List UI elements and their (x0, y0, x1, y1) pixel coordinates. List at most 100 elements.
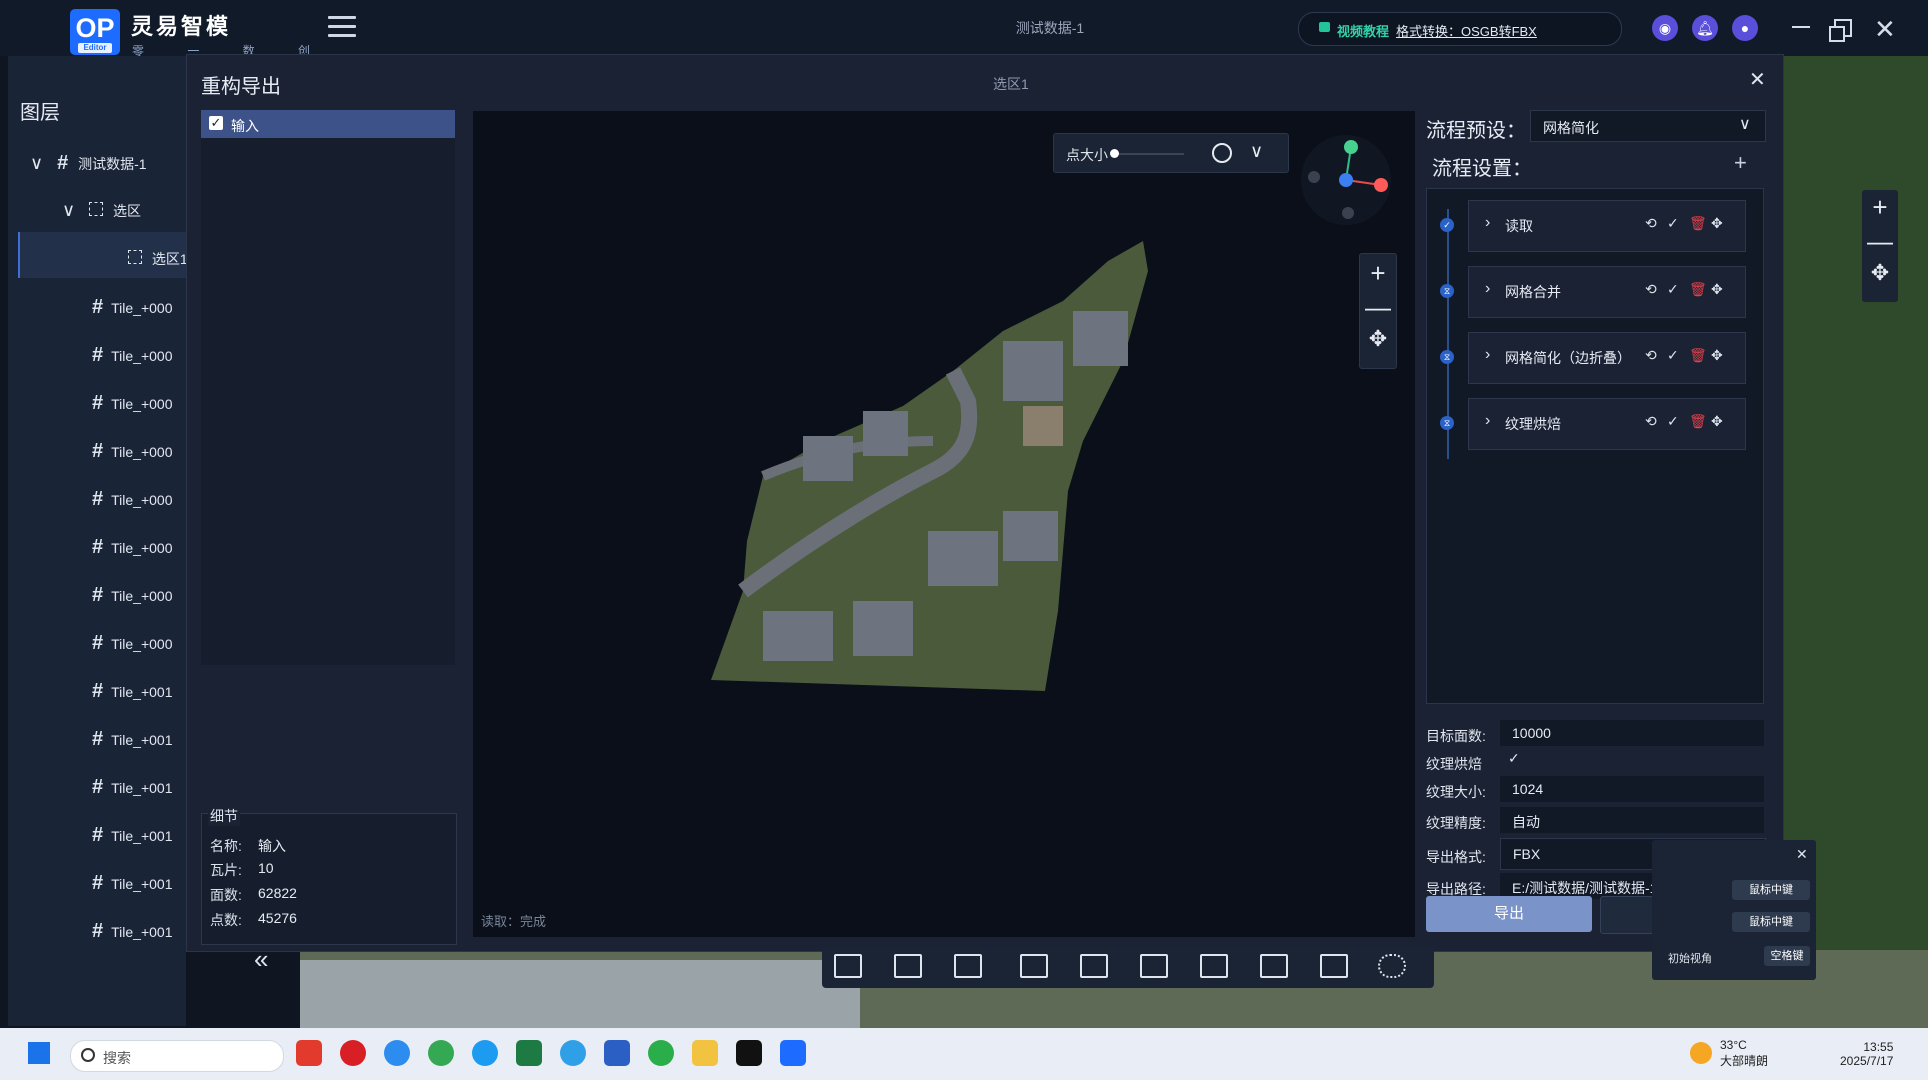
chrome-icon[interactable] (428, 1040, 454, 1066)
flow-step-card[interactable]: › 读取 ⟲ ✓ 🗑︎ ✥ (1468, 200, 1746, 252)
taskbar-search[interactable]: 搜索 (70, 1040, 284, 1072)
flow-step-card[interactable]: › 纹理烘焙 ⟲ ✓ 🗑︎ ✥ (1468, 398, 1746, 450)
tile-list-item[interactable]: # Tile_+000 (92, 584, 172, 607)
map-zoom-out-icon[interactable]: — (1862, 226, 1898, 257)
chevron-down-icon[interactable]: ∨ (1250, 141, 1263, 162)
point-size-slider-handle[interactable] (1110, 149, 1119, 158)
tile-list-item[interactable]: # Tile_+001 (92, 872, 172, 895)
confirm-check-icon[interactable]: ✓ (1667, 215, 1679, 232)
flow-step-card[interactable]: › 网格简化（边折叠） ⟲ ✓ 🗑︎ ✥ (1468, 332, 1746, 384)
tile-list-item[interactable]: # Tile_+001 (92, 680, 172, 703)
adjust-sliders-icon[interactable] (1200, 954, 1228, 978)
tile-list-item[interactable]: # Tile_+000 (92, 296, 172, 319)
tile-list-item[interactable]: # Tile_+001 (92, 776, 172, 799)
delete-trash-icon[interactable]: 🗑︎ (1689, 413, 1707, 430)
file-explorer-icon[interactable] (692, 1040, 718, 1066)
move-step-icon[interactable]: ✥ (1711, 413, 1723, 430)
input-checkbox[interactable]: ✓ (209, 116, 223, 130)
tile-list-item[interactable]: # Tile_+001 (92, 824, 172, 847)
move-step-icon[interactable]: ✥ (1711, 215, 1723, 232)
texture-bake-checkbox[interactable]: ✓ (1508, 750, 1520, 767)
texture-size-label: 纹理大小: (1426, 784, 1486, 800)
tutorial-link[interactable]: 格式转换：OSGB转FBX (1396, 21, 1537, 40)
delete-trash-icon[interactable]: 🗑︎ (1689, 281, 1707, 298)
excel-icon[interactable] (516, 1040, 542, 1066)
export-button[interactable]: 导出 (1426, 896, 1592, 932)
capcut-icon[interactable] (736, 1040, 762, 1066)
tile-list-item[interactable]: # Tile_+000 (92, 440, 172, 463)
delete-trash-icon[interactable]: 🗑︎ (1689, 215, 1707, 232)
repeat-icon[interactable]: ⟲ (1645, 215, 1657, 232)
edge-ai-icon[interactable] (384, 1040, 410, 1066)
model-add-icon[interactable] (1080, 954, 1108, 978)
orientation-gizmo[interactable] (1301, 135, 1391, 225)
chevron-right-icon[interactable]: › (1485, 214, 1490, 232)
pan-move-icon[interactable]: ✥ (1360, 326, 1396, 352)
chevron-right-icon[interactable]: › (1485, 346, 1490, 364)
hamburger-menu-icon[interactable] (328, 16, 356, 40)
tile-list-item[interactable]: # Tile_+000 (92, 536, 172, 559)
word-icon[interactable] (604, 1040, 630, 1066)
point-size-slider[interactable] (1114, 153, 1184, 155)
confirm-check-icon[interactable]: ✓ (1667, 413, 1679, 430)
confirm-check-icon[interactable]: ✓ (1667, 347, 1679, 364)
preset-select[interactable]: 网格简化 ∨ (1530, 110, 1766, 142)
3d-viewport[interactable]: 点大小 ∨ + — ✥ 读取：完成 (473, 111, 1415, 937)
zoom-out-icon[interactable]: — (1360, 292, 1396, 323)
repeat-icon[interactable]: ⟲ (1645, 281, 1657, 298)
texture-size-input[interactable]: 1024 (1500, 776, 1764, 802)
map-zoom-in-icon[interactable]: + (1862, 192, 1898, 223)
texture-precision-input[interactable]: 自动 (1500, 807, 1764, 833)
delete-trash-icon[interactable]: 🗑︎ (1689, 347, 1707, 364)
target-faces-input[interactable]: 10000 (1500, 720, 1764, 746)
app-icon-1[interactable] (296, 1040, 322, 1066)
taskbar-clock[interactable]: 13:55 2025/7/17 (1840, 1040, 1893, 1068)
repeat-icon[interactable]: ⟲ (1645, 413, 1657, 430)
minimize-window-icon[interactable] (1792, 26, 1810, 28)
move-step-icon[interactable]: ✥ (1711, 347, 1723, 364)
collapse-panel-icon[interactable]: « (254, 944, 268, 975)
zoom-in-icon[interactable]: + (1360, 258, 1396, 289)
tutorial-banner[interactable]: 视频教程 格式转换：OSGB转FBX (1298, 12, 1622, 46)
op-editor-taskbar-icon[interactable] (780, 1040, 806, 1066)
dialog-close-icon[interactable]: ✕ (1749, 67, 1766, 92)
frame-tool-icon[interactable] (1260, 954, 1288, 978)
wechat-icon[interactable] (648, 1040, 674, 1066)
user-avatar-icon[interactable]: ● (1732, 15, 1758, 41)
select-tool-icon[interactable] (834, 954, 862, 978)
input-list-item[interactable]: ✓ 输入 (201, 110, 455, 138)
weather-widget[interactable]: 33°C 大部晴朗 (1720, 1038, 1768, 1069)
map-pan-icon[interactable]: ✥ (1862, 260, 1898, 286)
tile-list-item[interactable]: # Tile_+001 (92, 920, 172, 943)
point-cloud-icon[interactable] (1378, 954, 1406, 978)
confirm-check-icon[interactable]: ✓ (1667, 281, 1679, 298)
move-step-icon[interactable]: ✥ (1711, 281, 1723, 298)
chat-icon[interactable] (560, 1040, 586, 1066)
ai-assistant-icon[interactable]: ◉ (1652, 15, 1678, 41)
grid-tool-icon[interactable] (954, 954, 982, 978)
tile-list-item[interactable]: # Tile_+001 (92, 728, 172, 751)
restore-window-icon[interactable] (1829, 19, 1852, 42)
tile-list-item[interactable]: # Tile_+000 (92, 344, 172, 367)
edge-icon[interactable] (472, 1040, 498, 1066)
repeat-icon[interactable]: ⟲ (1645, 347, 1657, 364)
notification-bell-icon[interactable]: 🔔︎ (1692, 15, 1718, 41)
windows-start-icon[interactable] (28, 1042, 50, 1064)
tile-list-item[interactable]: # Tile_+000 (92, 632, 172, 655)
layer-group-item[interactable]: ∨ 选区 (62, 200, 141, 221)
netease-music-icon[interactable] (340, 1040, 366, 1066)
box-tool-icon[interactable] (1140, 954, 1168, 978)
flow-step-card[interactable]: › 网格合并 ⟲ ✓ 🗑︎ ✥ (1468, 266, 1746, 318)
pointer-select-icon[interactable] (894, 954, 922, 978)
tile-list-item[interactable]: # Tile_+000 (92, 488, 172, 511)
chevron-right-icon[interactable]: › (1485, 280, 1490, 298)
reset-circle-icon[interactable] (1212, 143, 1232, 163)
close-window-icon[interactable]: ✕ (1874, 14, 1896, 45)
layer-root-item[interactable]: ∨ # 测试数据-1 (30, 152, 147, 175)
chevron-right-icon[interactable]: › (1485, 412, 1490, 430)
tile-list-item[interactable]: # Tile_+000 (92, 392, 172, 415)
layout-tool-icon[interactable] (1320, 954, 1348, 978)
export-tool-icon[interactable] (1020, 954, 1048, 978)
help-close-icon[interactable]: ✕ (1796, 846, 1808, 863)
add-step-icon[interactable]: + (1734, 150, 1747, 176)
